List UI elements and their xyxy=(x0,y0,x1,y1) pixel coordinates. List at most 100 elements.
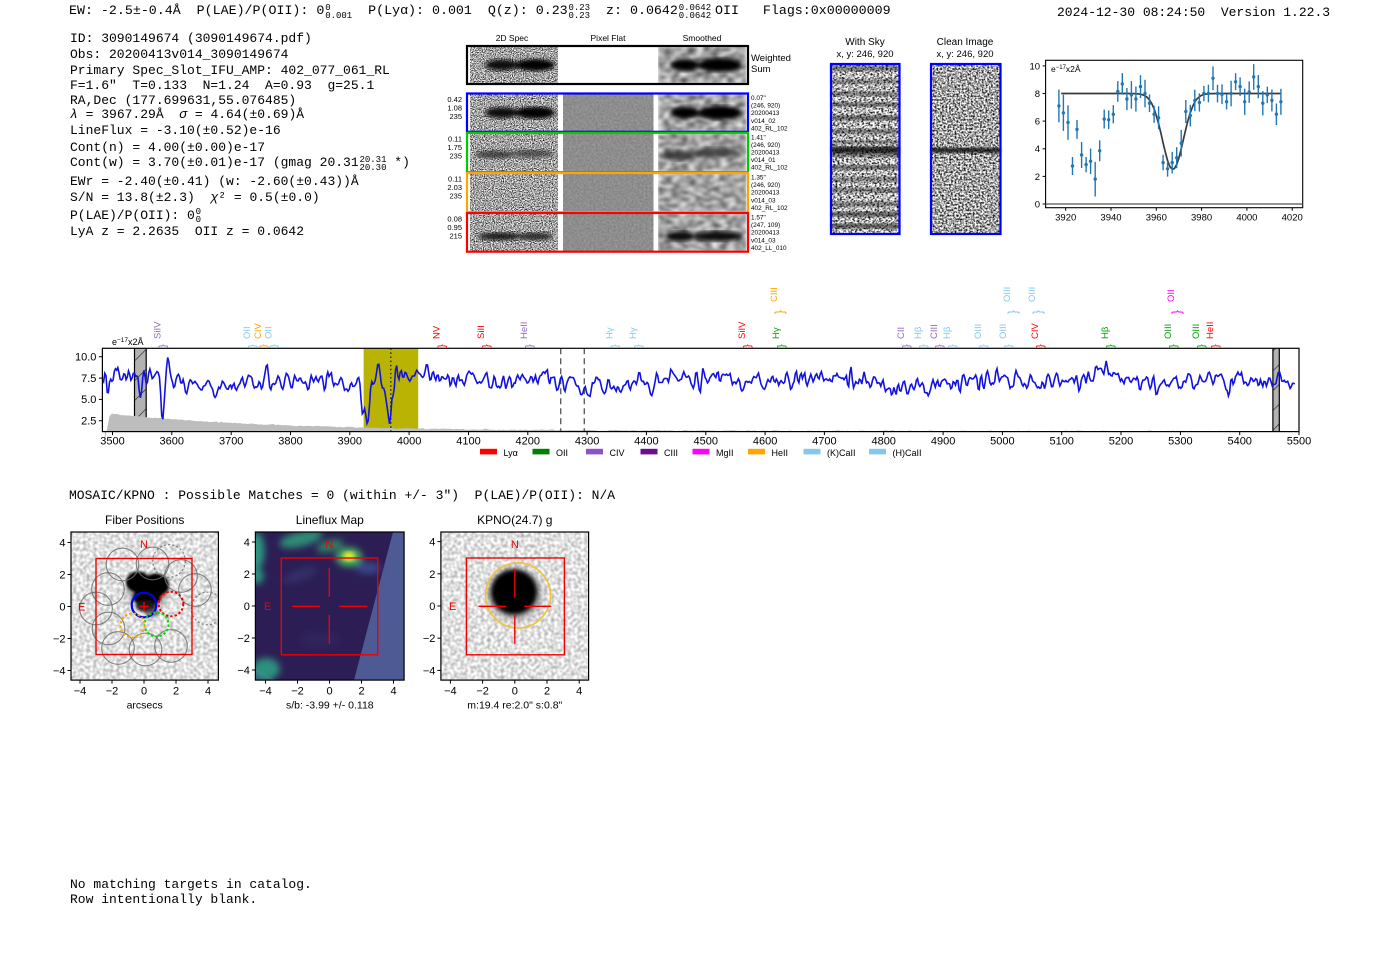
svg-text:−4: −4 xyxy=(444,686,457,698)
svg-text:{: { xyxy=(481,344,493,348)
svg-text:4000: 4000 xyxy=(1236,213,1257,224)
svg-text:402_RL_102: 402_RL_102 xyxy=(751,205,788,212)
svg-text:CII: CII xyxy=(896,327,907,339)
svg-text:−2: −2 xyxy=(291,686,304,698)
svg-text:−2: −2 xyxy=(53,634,66,646)
svg-text:OIII: OIII xyxy=(998,324,1009,339)
svg-text:CIII: CIII xyxy=(929,324,940,339)
svg-text:{: { xyxy=(1007,310,1022,315)
svg-text:235: 235 xyxy=(449,192,462,201)
svg-text:10.0: 10.0 xyxy=(75,352,96,364)
svg-text:4800: 4800 xyxy=(871,436,895,448)
svg-text:CIV: CIV xyxy=(253,323,264,340)
svg-text:e−17x2Å: e−17x2Å xyxy=(112,337,144,347)
svg-text:OII: OII xyxy=(242,326,253,339)
svg-text:CIV: CIV xyxy=(610,448,625,458)
svg-text:(K)CaII: (K)CaII xyxy=(827,448,856,458)
svg-text:20200413: 20200413 xyxy=(751,150,780,157)
svg-text:x, y: 246, 920: x, y: 246, 920 xyxy=(936,49,993,60)
svg-text:0: 0 xyxy=(512,686,518,698)
svg-text:{: { xyxy=(742,344,754,348)
svg-text:2: 2 xyxy=(544,686,550,698)
svg-text:Weighted: Weighted xyxy=(751,53,791,64)
svg-text:N: N xyxy=(140,539,148,551)
svg-text:−2: −2 xyxy=(237,633,250,645)
svg-text:NV: NV xyxy=(431,325,442,339)
svg-text:N: N xyxy=(325,539,333,551)
svg-text:8: 8 xyxy=(1035,89,1040,100)
svg-text:SiIV: SiIV xyxy=(153,321,164,339)
svg-text:20200413: 20200413 xyxy=(751,110,780,117)
svg-text:{: { xyxy=(1035,344,1047,348)
svg-text:{: { xyxy=(436,344,448,348)
svg-text:4500: 4500 xyxy=(694,436,718,448)
svg-text:KPNO(24.7) g: KPNO(24.7) g xyxy=(477,513,552,527)
svg-text:HeII: HeII xyxy=(519,322,530,339)
svg-text:OIII: OIII xyxy=(1163,324,1174,339)
svg-text:m:19.4 re:2.0" s:0.8": m:19.4 re:2.0" s:0.8" xyxy=(467,700,562,712)
svg-text:OIII: OIII xyxy=(973,324,984,339)
svg-text:4: 4 xyxy=(244,537,250,549)
svg-text:0: 0 xyxy=(1035,199,1040,210)
svg-text:OII: OII xyxy=(556,448,568,458)
svg-text:(246, 920): (246, 920) xyxy=(751,142,780,149)
svg-text:OIII: OIII xyxy=(1002,287,1013,302)
svg-text:3920: 3920 xyxy=(1055,213,1076,224)
svg-text:{: { xyxy=(258,344,270,348)
svg-text:v014_02: v014_02 xyxy=(751,118,776,125)
svg-text:Fiber Positions: Fiber Positions xyxy=(105,513,184,527)
svg-text:4300: 4300 xyxy=(575,436,599,448)
svg-text:−2: −2 xyxy=(106,686,119,698)
svg-text:Hγ: Hγ xyxy=(628,327,639,339)
svg-text:3900: 3900 xyxy=(338,436,362,448)
svg-text:2: 2 xyxy=(1035,172,1040,183)
svg-text:Hγ: Hγ xyxy=(771,327,782,339)
svg-text:SiIV: SiIV xyxy=(737,321,748,339)
svg-text:4600: 4600 xyxy=(753,436,777,448)
svg-text:−4: −4 xyxy=(74,686,87,698)
svg-text:0: 0 xyxy=(59,602,65,614)
svg-text:4900: 4900 xyxy=(931,436,955,448)
svg-text:1.35": 1.35" xyxy=(751,175,766,182)
svg-text:6: 6 xyxy=(1035,117,1040,128)
svg-text:4: 4 xyxy=(576,686,582,698)
svg-text:{: { xyxy=(610,344,622,348)
svg-text:0: 0 xyxy=(244,601,250,613)
svg-text:{: { xyxy=(158,344,170,348)
svg-text:v014_03: v014_03 xyxy=(751,197,776,204)
svg-text:402_RL_102: 402_RL_102 xyxy=(751,165,788,172)
svg-text:20200413: 20200413 xyxy=(751,230,780,237)
svg-text:3500: 3500 xyxy=(100,436,124,448)
svg-text:{: { xyxy=(774,310,789,315)
svg-text:5400: 5400 xyxy=(1227,436,1251,448)
svg-text:x, y: 246, 920: x, y: 246, 920 xyxy=(836,49,893,60)
svg-text:1.41": 1.41" xyxy=(751,134,766,141)
svg-text:CIV: CIV xyxy=(1030,323,1041,340)
svg-text:s/b: -3.99 +/- 0.118: s/b: -3.99 +/- 0.118 xyxy=(286,700,374,712)
svg-text:4: 4 xyxy=(429,537,435,549)
svg-text:4200: 4200 xyxy=(516,436,540,448)
svg-text:−4: −4 xyxy=(423,665,436,677)
svg-text:402_LL_010: 402_LL_010 xyxy=(751,245,787,252)
svg-text:5000: 5000 xyxy=(990,436,1014,448)
svg-text:Hβ: Hβ xyxy=(1100,326,1111,339)
svg-text:4: 4 xyxy=(205,686,211,698)
svg-text:{: { xyxy=(1105,344,1117,348)
svg-text:0: 0 xyxy=(141,686,147,698)
svg-text:2: 2 xyxy=(429,569,435,581)
svg-text:4: 4 xyxy=(390,686,396,698)
svg-text:{: { xyxy=(269,344,281,348)
svg-text:E: E xyxy=(449,601,456,613)
svg-text:0.07": 0.07" xyxy=(751,95,766,102)
svg-text:OIII: OIII xyxy=(1191,324,1202,339)
svg-text:{: { xyxy=(918,344,930,348)
svg-text:402_RL_102: 402_RL_102 xyxy=(751,125,788,132)
svg-text:2: 2 xyxy=(173,686,179,698)
svg-text:{: { xyxy=(1168,344,1180,348)
svg-text:−4: −4 xyxy=(259,686,272,698)
svg-text:2D Spec: 2D Spec xyxy=(496,33,529,43)
svg-text:2: 2 xyxy=(244,569,250,581)
svg-text:Lyα: Lyα xyxy=(504,448,518,458)
svg-text:20200413: 20200413 xyxy=(751,190,780,197)
svg-text:4100: 4100 xyxy=(456,436,480,448)
